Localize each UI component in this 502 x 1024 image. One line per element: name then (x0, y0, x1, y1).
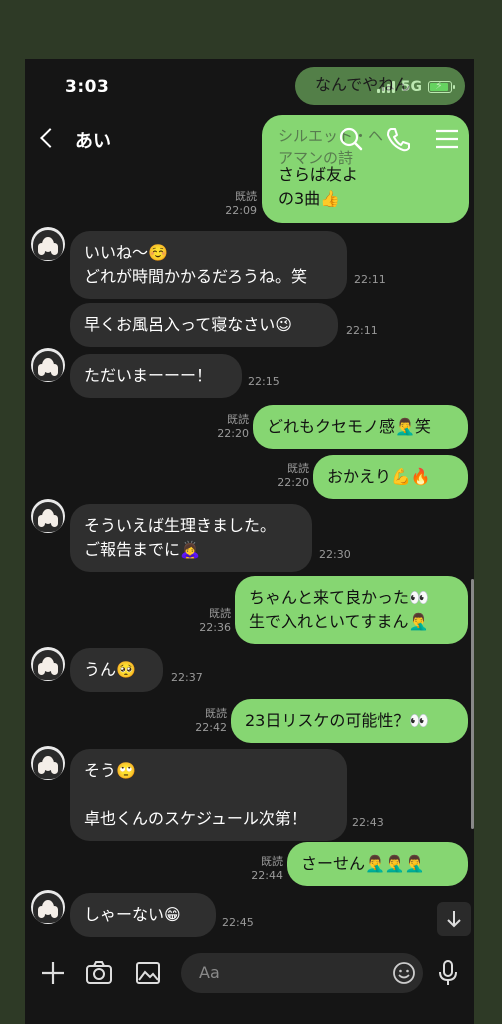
message-text: どれもクセモノ感🤦‍♂️笑 (267, 417, 431, 436)
message-text: ちゃんと来て良かった👀 生で入れといてすまん🤦‍♂️ (249, 588, 429, 631)
message-bubble-6[interactable]: そういえば生理きました。 ご報告までに🙇‍♀️ (70, 504, 312, 572)
message-text: うん🥺 (84, 660, 136, 679)
ghost-bubble-text: なんでやねん (315, 75, 411, 94)
message-text: さーせん🤦‍♂️🤦‍♂️🤦‍♂️ (301, 854, 425, 873)
message-bubble-7[interactable]: ちゃんと来て良かった👀 生で入れといてすまん🤦‍♂️ (235, 576, 468, 644)
status-time: 3:03 (65, 77, 110, 97)
arrow-down-icon (447, 911, 461, 928)
scrollbar[interactable] (471, 579, 474, 829)
message-time: 22:45 (222, 916, 254, 929)
phone-screen: 3:03 5G ⚡ なんでやねん シルエット・ヘアマンの詩 さらば友よ の3曲👍… (25, 59, 474, 1024)
message-time: 22:20 (277, 476, 309, 489)
message-bubble-11[interactable]: さーせん🤦‍♂️🤦‍♂️🤦‍♂️ (287, 842, 468, 886)
read-receipt: 既読 (235, 190, 257, 203)
message-time: 22:43 (352, 816, 384, 829)
avatar[interactable] (31, 647, 65, 681)
search-icon[interactable] (337, 125, 365, 153)
message-text: 早くお風呂入って寝なさい😉 (84, 315, 292, 334)
message-time: 22:42 (195, 721, 227, 734)
message-time: 22:11 (354, 273, 386, 286)
message-time: 22:37 (171, 671, 203, 684)
camera-icon[interactable] (85, 959, 113, 987)
message-time: 22:11 (346, 324, 378, 337)
emoji-icon[interactable] (391, 960, 417, 986)
message-time: 22:36 (199, 621, 231, 634)
message-text: 23日リスケの可能性？👀 (245, 711, 430, 730)
message-bubble-5[interactable]: おかえり💪🔥 (313, 455, 468, 499)
read-receipt: 既読 (287, 462, 309, 475)
menu-icon[interactable] (433, 125, 461, 153)
message-time: 22:44 (251, 869, 283, 882)
read-receipt: 既読 (261, 855, 283, 868)
chevron-left-icon[interactable] (40, 128, 60, 148)
message-bubble-8[interactable]: うん🥺 (70, 648, 163, 692)
message-text: ただいまーーー！ (84, 366, 213, 385)
message-bubble-1[interactable]: いいね〜☺️ どれが時間かかるだろうね。笑 (70, 231, 347, 299)
message-bubble-10[interactable]: そう🙄 卓也くんのスケジュール次第！ (70, 749, 347, 841)
message-text: いいね〜☺️ どれが時間かかるだろうね。笑 (84, 243, 308, 286)
message-text: おかえり💪🔥 (327, 467, 431, 486)
message-bubble-12[interactable]: しゃーない😁 (70, 893, 216, 937)
avatar[interactable] (31, 348, 65, 382)
mic-icon[interactable] (435, 958, 461, 988)
message-bubble-4[interactable]: どれもクセモノ感🤦‍♂️笑 (253, 405, 468, 449)
message-time: 22:30 (319, 548, 351, 561)
message-bubble-9[interactable]: 23日リスケの可能性？👀 (231, 699, 468, 743)
avatar[interactable] (31, 746, 65, 780)
message-input[interactable]: Aa (181, 953, 423, 993)
message-time: 22:09 (225, 204, 257, 217)
message-bubble-3[interactable]: ただいまーーー！ (70, 354, 242, 398)
message-text: そういえば生理きました。 ご報告までに🙇‍♀️ (84, 516, 277, 559)
chat-title: あい (75, 131, 111, 152)
message-text: しゃーない😁 (84, 905, 181, 924)
image-icon[interactable] (134, 959, 162, 987)
message-time: 22:20 (217, 427, 249, 440)
plus-icon[interactable] (39, 959, 67, 987)
avatar[interactable] (31, 890, 65, 924)
input-placeholder: Aa (199, 963, 220, 982)
phone-icon[interactable] (385, 125, 413, 153)
read-receipt: 既読 (227, 413, 249, 426)
read-receipt: 既読 (205, 707, 227, 720)
input-bar: Aa (25, 939, 474, 1024)
scroll-down-button[interactable] (437, 902, 471, 936)
message-text: さらば友よ の3曲👍 (278, 165, 359, 208)
message-time: 22:15 (248, 375, 280, 388)
ghost-bubble: なんでやねん (295, 67, 465, 105)
message-bubble-2[interactable]: 早くお風呂入って寝なさい😉 (70, 303, 338, 347)
message-text: そう🙄 卓也くんのスケジュール次第！ (84, 761, 307, 828)
read-receipt: 既読 (209, 607, 231, 620)
avatar[interactable] (31, 499, 65, 533)
avatar[interactable] (31, 227, 65, 261)
